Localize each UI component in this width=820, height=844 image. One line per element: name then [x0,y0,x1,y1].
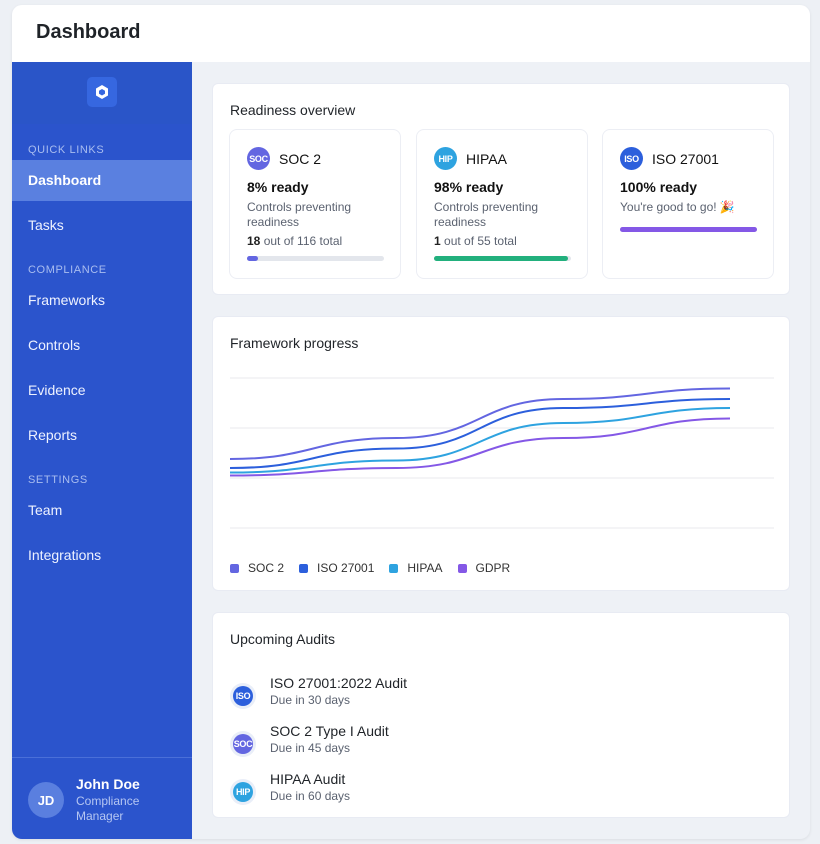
user-role: Compliance Manager [76,794,140,823]
legend-item-soc2[interactable]: SOC 2 [230,561,284,575]
legend-item-gdpr[interactable]: GDPR [457,561,511,575]
audit-title: HIPAA Audit [270,771,346,787]
progress-fill [247,256,258,261]
subtitle: Controls preventing readiness [247,200,352,229]
control-count: 1 out of 55 total [434,234,517,248]
chart-legend: SOC 2 ISO 27001 HIPAA GDPR [230,561,525,575]
sidebar-item-team[interactable]: Team [12,490,192,531]
audit-item[interactable]: ISO ISO 27001:2022 Audit Due in 30 days [230,675,630,715]
sidebar-item-dashboard[interactable]: Dashboard [12,160,192,201]
avatar: JD [28,782,64,818]
sidebar-item-reports[interactable]: Reports [12,415,192,456]
audit-title: ISO 27001:2022 Audit [270,675,407,691]
audit-due: Due in 45 days [270,741,351,755]
user-name: John Doe [76,776,140,792]
audits-title: Upcoming Audits [230,631,336,647]
subtitle: Controls preventing readiness [434,200,539,229]
upcoming-audits-card: Upcoming Audits ISO ISO 27001:2022 Audit… [212,612,790,818]
readiness-title: Readiness overview [230,102,356,118]
ready-percent: 8% ready [247,179,309,195]
legend-swatch [457,563,467,573]
subtitle: You're good to go! 🎉 [620,200,735,214]
user-profile[interactable]: JD John Doe Compliance Manager [12,757,192,839]
count-rest: out of 55 total [440,234,517,248]
readiness-overview-card: Readiness overview SOC SOC 2 8% ready Co… [212,83,790,295]
section-label-compliance: COMPLIANCE [28,264,107,276]
progress-fill [620,227,757,232]
legend-swatch [230,563,239,573]
progress-bar [434,256,571,261]
series-line-soc-2[interactable] [229,387,731,460]
section-label-quick-links: QUICK LINKS [28,144,105,156]
framework-progress-card: Framework progress SOC 2 ISO 27001 HIPAA… [212,316,790,591]
sidebar-item-frameworks[interactable]: Frameworks [12,280,192,321]
iso-badge-icon: ISO [620,147,643,170]
readiness-card-hipaa[interactable]: HIP HIPAA 98% ready Controls preventing … [416,129,588,279]
legend-label: HIPAA [407,561,443,575]
audit-due: Due in 30 days [270,693,351,707]
count-bold: 1 [434,234,441,248]
framework-name: HIPAA [466,151,507,167]
iso-badge-icon: ISO [230,683,256,709]
legend-item-hipaa[interactable]: HIPAA [389,561,443,575]
legend-item-iso27001[interactable]: ISO 27001 [299,561,374,575]
progress-bar [620,227,757,232]
app-window: Dashboard QUICK LINKS Dashboard Tasks CO… [12,5,810,839]
sidebar-item-evidence[interactable]: Evidence [12,370,192,411]
page-title: Dashboard [36,21,141,43]
section-label-settings: SETTINGS [28,474,88,486]
count-rest: out of 116 total [260,234,343,248]
control-count: 18 out of 116 total [247,234,342,248]
series-line-iso-27001[interactable] [229,398,731,469]
framework-name: SOC 2 [279,151,322,167]
readiness-card-soc2[interactable]: SOC SOC 2 8% ready Controls preventing r… [229,129,401,279]
legend-label: SOC 2 [248,561,285,575]
badge-text: ISO [233,686,253,706]
legend-swatch [299,563,309,573]
framework-name: ISO 27001 [652,151,719,167]
sidebar-item-controls[interactable]: Controls [12,325,192,366]
legend-label: ISO 27001 [317,561,375,575]
audit-title: SOC 2 Type I Audit [270,723,389,739]
readiness-card-iso27001[interactable]: ISO ISO 27001 100% ready You're good to … [602,129,774,279]
ready-percent: 98% ready [434,179,504,195]
progress-fill [434,256,569,261]
sidebar-item-tasks[interactable]: Tasks [12,205,192,246]
ready-percent: 100% ready [620,179,698,195]
soc-badge-icon: SOC [230,731,256,757]
legend-label: GDPR [475,561,511,575]
hip-badge-icon: HIP [434,147,457,170]
count-bold: 18 [247,234,261,248]
legend-swatch [389,563,399,573]
soc-badge-icon: SOC [247,147,270,170]
sidebar-item-integrations[interactable]: Integrations [12,535,192,576]
hexagon-logo-icon[interactable] [87,77,117,107]
sidebar: QUICK LINKS Dashboard Tasks COMPLIANCE F… [12,62,192,839]
audit-due: Due in 60 days [270,789,351,803]
top-bar: Dashboard [12,5,810,62]
hip-badge-icon: HIP [230,779,256,805]
progress-bar [247,256,384,261]
badge-text: SOC [233,734,253,754]
audit-item[interactable]: HIP HIPAA Audit Due in 60 days [230,771,630,811]
audit-item[interactable]: SOC SOC 2 Type I Audit Due in 45 days [230,723,630,763]
framework-progress-chart [229,377,774,529]
badge-text: HIP [233,782,253,802]
logo-area [12,62,192,124]
